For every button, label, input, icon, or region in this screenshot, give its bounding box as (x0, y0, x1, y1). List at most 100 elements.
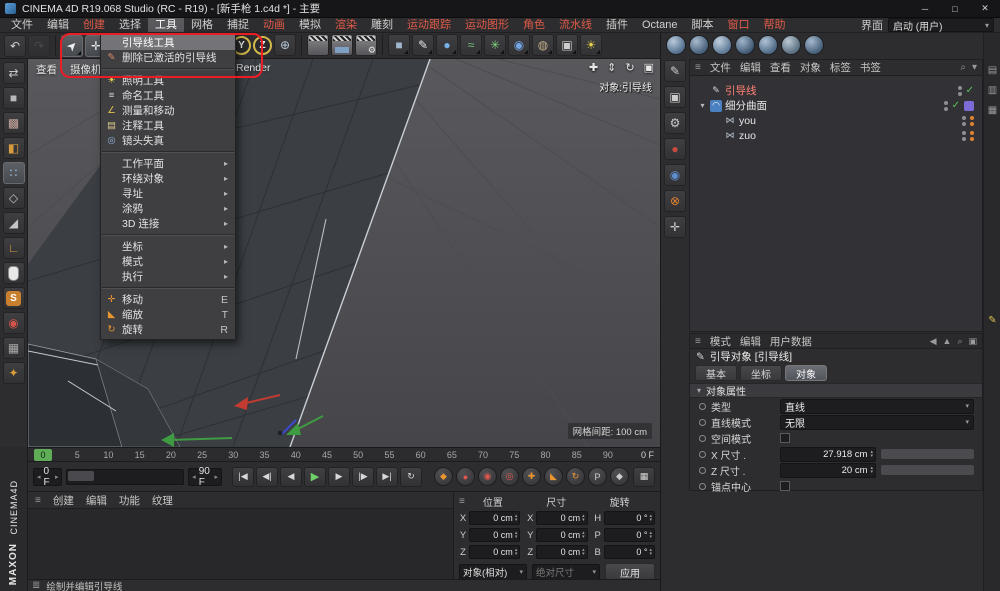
stepper-icons[interactable]: ▴▾ (649, 514, 652, 522)
coordinate-field[interactable]: 0 cm▴▾ (536, 511, 587, 525)
add-camera-button[interactable]: ▣ (556, 34, 578, 56)
goto-end-button[interactable]: ▶| (376, 467, 398, 487)
animation-dot-icon[interactable] (699, 435, 706, 442)
stepper-down-icon[interactable]: ▾ (515, 518, 518, 522)
timeline-options-button[interactable]: ▦ (633, 467, 655, 487)
tools-menu-item[interactable]: ▤注释工具 (101, 118, 235, 133)
material-menu-item[interactable]: 纹理 (152, 493, 173, 508)
spinner-right-icon[interactable]: ▸ (55, 473, 59, 481)
palette-sphere-1[interactable] (666, 35, 686, 55)
tools-menu-item[interactable]: ≡命名工具 (101, 88, 235, 103)
visibility-dots[interactable] (944, 101, 948, 111)
stepper-icons[interactable]: ▴▾ (649, 548, 652, 556)
value-slider-bar[interactable] (881, 449, 974, 459)
hamburger-icon[interactable]: ≡ (695, 336, 701, 347)
next-frame-button[interactable]: ▶ (328, 467, 350, 487)
object-manager-menu-item[interactable]: 标签 (830, 60, 851, 75)
record-parameter-button[interactable]: P (588, 467, 607, 486)
menubar-item[interactable]: 渲染 (328, 18, 364, 33)
attribute-checkbox[interactable] (780, 481, 790, 491)
prev-frame-button[interactable]: ◀ (280, 467, 302, 487)
goto-start-button[interactable]: |◀ (232, 467, 254, 487)
tools-menu-item[interactable]: 3D 连接▸ (101, 216, 235, 231)
stepper-icons[interactable]: ▴▾ (870, 466, 873, 474)
stepper-icons[interactable]: ▴▾ (515, 548, 518, 556)
tools-menu-item[interactable]: ∠测量和移动 (101, 103, 235, 118)
timeline-ruler[interactable]: 051015202530354045505560657075808590 0 F (28, 447, 660, 461)
coordinate-field[interactable]: 0 °▴▾ (604, 545, 655, 559)
layer-dot-top[interactable] (970, 116, 974, 120)
tools-menu-item[interactable]: ◎镜头失真 (101, 133, 235, 148)
coordinate-field[interactable]: 0 °▴▾ (604, 528, 655, 542)
viewport-menu-prorender[interactable]: Render (236, 62, 270, 74)
menubar-item[interactable]: 模拟 (292, 18, 328, 33)
range-end-spinner[interactable]: ◂ 90 F ▸ (188, 468, 222, 486)
object-row[interactable]: ✎引导线✓ (690, 83, 982, 98)
redo-button[interactable]: ↷ (28, 35, 50, 57)
visibility-dot-top[interactable] (958, 86, 962, 90)
record-rotation-button[interactable]: ↻ (566, 467, 585, 486)
menubar-item[interactable]: 编辑 (40, 18, 76, 33)
enabled-check-icon[interactable]: ✓ (952, 101, 960, 111)
visibility-dots[interactable] (958, 86, 962, 96)
tools-menu-item[interactable]: 引导线工具 (101, 35, 235, 50)
record-pla-button[interactable]: ◆ (610, 467, 629, 486)
loop-button[interactable]: ↻ (400, 467, 422, 487)
visibility-dot-top[interactable] (962, 116, 966, 120)
tools-menu-item[interactable]: ✛移动E (101, 292, 235, 307)
menubar-item[interactable]: 流水线 (552, 18, 599, 33)
maximize-button[interactable]: □ (940, 0, 970, 18)
tools-menu-item[interactable]: 坐标▸ (101, 239, 235, 254)
hamburger-icon[interactable]: ≡ (459, 496, 465, 507)
attribute-select[interactable]: 直线▾ (780, 399, 974, 414)
tools-menu-item[interactable]: 寻址▸ (101, 186, 235, 201)
next-key-button[interactable]: |▶ (352, 467, 374, 487)
tools-menu-item[interactable]: 涂鸦▸ (101, 201, 235, 216)
stepper-icons[interactable]: ▴▾ (515, 531, 518, 539)
play-button[interactable]: ▶ (304, 467, 326, 487)
attribute-number-field[interactable]: 20 cm▴▾ (780, 463, 876, 478)
menubar-item[interactable]: 动画 (256, 18, 292, 33)
visibility-dot-top[interactable] (962, 131, 966, 135)
menubar-item[interactable]: 帮助 (756, 18, 792, 33)
stepper-icons[interactable]: ▴▾ (870, 450, 873, 458)
object-manager-menu-item[interactable]: 查看 (770, 60, 791, 75)
attribute-menu-item[interactable]: 编辑 (740, 334, 761, 349)
menubar-item[interactable]: 运动图形 (458, 18, 516, 33)
attr-back-icon[interactable]: ◀ (930, 336, 937, 347)
tools-menu-item[interactable]: ↻旋转R (101, 322, 235, 337)
layout-tab-1[interactable]: ▤ (988, 65, 997, 76)
red-sphere-button[interactable]: ● (664, 138, 686, 160)
layout-select[interactable]: 启动 (用户) ▾ (888, 18, 994, 32)
workplane-mode-button[interactable]: ◧ (3, 137, 25, 159)
layer-dot-bottom[interactable] (970, 137, 974, 141)
palette-sphere-4[interactable] (735, 35, 755, 55)
spinner-left-icon[interactable]: ◂ (37, 473, 41, 481)
viewport-menu-view[interactable]: 查看 (36, 62, 57, 77)
blue-sphere-button[interactable]: ◉ (664, 164, 686, 186)
solo-options-button[interactable]: ✦ (3, 362, 25, 384)
range-handle[interactable] (68, 471, 94, 481)
stepper-down-icon[interactable]: ▾ (870, 454, 873, 458)
attribute-number-field[interactable]: 27.918 cm▴▾ (780, 447, 876, 462)
object-manager-menu-item[interactable]: 对象 (800, 60, 821, 75)
tools-menu-item[interactable]: 执行▸ (101, 269, 235, 284)
visibility-dots[interactable] (962, 116, 966, 126)
layer-dot-top[interactable] (970, 131, 974, 135)
menubar-item[interactable]: 运动跟踪 (400, 18, 458, 33)
keyframe-presets-button[interactable]: ◎ (500, 467, 519, 486)
guide-anchor-point[interactable] (278, 431, 283, 436)
tools-menu-item[interactable]: 环绕对象▸ (101, 171, 235, 186)
tools-menu-item[interactable]: 模式▸ (101, 254, 235, 269)
pan-view-icon[interactable]: ✚ (589, 61, 598, 74)
toggle-views-icon[interactable]: ▣ (644, 61, 654, 74)
hamburger-icon[interactable]: ≡ (695, 62, 701, 73)
menubar-item[interactable]: 捕捉 (220, 18, 256, 33)
current-frame-spinner[interactable]: ◂ 0 F ▸ (33, 468, 62, 486)
stepper-icons[interactable]: ▴▾ (582, 514, 585, 522)
object-manager-menu-item[interactable]: 编辑 (740, 60, 761, 75)
add-volume-button[interactable]: ◉ (508, 34, 530, 56)
texture-mode-button[interactable]: ▩ (3, 112, 25, 134)
animation-dot-icon[interactable] (699, 403, 706, 410)
layout-tab-2[interactable]: ▥ (988, 85, 997, 96)
